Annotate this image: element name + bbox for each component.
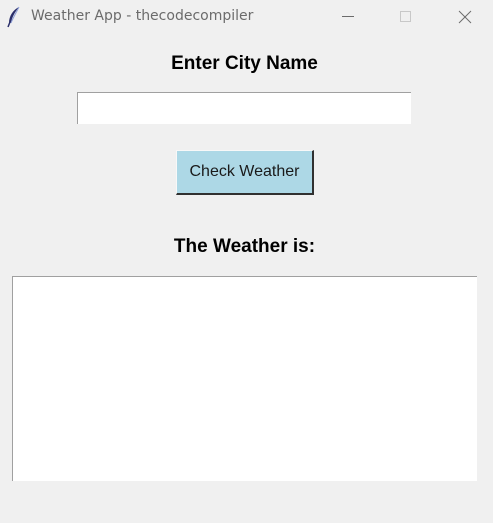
city-name-label: Enter City Name — [171, 53, 318, 74]
close-icon — [458, 10, 472, 24]
close-button[interactable] — [441, 0, 487, 34]
city-input[interactable] — [77, 92, 411, 124]
maximize-button[interactable] — [383, 0, 429, 34]
maximize-icon — [400, 11, 411, 22]
minimize-icon — [342, 16, 354, 17]
minimize-button[interactable] — [325, 0, 371, 34]
weather-result-box[interactable] — [12, 276, 477, 481]
feather-icon — [6, 6, 22, 28]
window-title: Weather App - thecodecompiler — [31, 8, 254, 24]
title-bar[interactable]: Weather App - thecodecompiler — [0, 0, 493, 34]
check-weather-button[interactable]: Check Weather — [176, 150, 314, 195]
weather-result-label: The Weather is: — [173, 236, 316, 257]
